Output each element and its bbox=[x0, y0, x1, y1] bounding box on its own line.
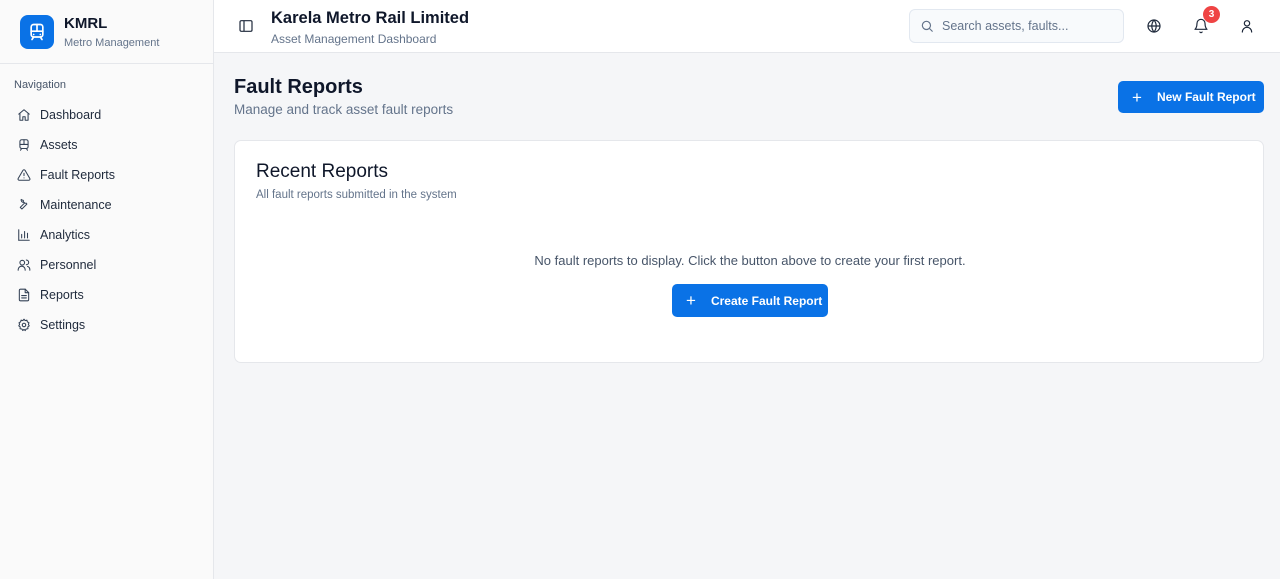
gear-icon bbox=[18, 318, 30, 332]
plus-icon: + bbox=[686, 291, 696, 310]
search-input[interactable] bbox=[942, 19, 1112, 33]
sidebar-item-dashboard[interactable]: Dashboard bbox=[0, 100, 213, 130]
sidebar-item-settings[interactable]: Settings bbox=[0, 310, 213, 340]
page-subtitle: Manage and track asset fault reports bbox=[234, 102, 454, 117]
file-text-icon bbox=[18, 288, 30, 302]
empty-state-message: No fault reports to display. Click the b… bbox=[534, 253, 966, 268]
page-title: Fault Reports bbox=[234, 76, 363, 98]
search-box bbox=[909, 9, 1124, 43]
notification-badge: 3 bbox=[1203, 6, 1220, 23]
sidebar-item-label: Dashboard bbox=[40, 108, 102, 122]
users-icon bbox=[17, 259, 31, 271]
home-icon bbox=[18, 109, 30, 121]
brand-subtitle: Metro Management bbox=[64, 36, 160, 49]
alert-triangle-icon bbox=[17, 169, 31, 181]
user-icon[interactable] bbox=[1239, 18, 1255, 34]
sidebar-toggle-icon[interactable] bbox=[238, 18, 254, 34]
brand: KMRL Metro Management bbox=[0, 0, 213, 64]
sidebar-item-maintenance[interactable]: Maintenance bbox=[0, 190, 213, 220]
sidebar-item-label: Analytics bbox=[40, 228, 91, 242]
recent-reports-card: Recent Reports All fault reports submitt… bbox=[234, 140, 1264, 363]
train-icon bbox=[19, 139, 29, 151]
header-title: Karela Metro Rail Limited bbox=[271, 9, 470, 27]
sidebar: KMRL Metro Management Navigation Dashboa… bbox=[0, 0, 214, 579]
search-icon bbox=[921, 20, 933, 32]
brand-name: KMRL bbox=[64, 14, 108, 32]
wrench-icon bbox=[19, 198, 28, 210]
card-title: Recent Reports bbox=[256, 161, 389, 182]
sidebar-item-label: Maintenance bbox=[40, 198, 112, 212]
sidebar-item-label: Assets bbox=[40, 138, 78, 152]
nav-list: Dashboard Assets Fault Reports Maintenan… bbox=[0, 100, 213, 340]
globe-icon[interactable] bbox=[1146, 18, 1162, 34]
create-fault-report-button[interactable]: + Create Fault Report bbox=[672, 284, 828, 317]
bar-chart-icon bbox=[18, 229, 30, 241]
plus-icon: + bbox=[1132, 87, 1142, 107]
sidebar-item-fault-reports[interactable]: Fault Reports bbox=[0, 160, 213, 190]
sidebar-item-personnel[interactable]: Personnel bbox=[0, 250, 213, 280]
nav-section-title: Navigation bbox=[14, 79, 66, 91]
top-header: Karela Metro Rail Limited Asset Manageme… bbox=[214, 0, 1280, 53]
header-subtitle: Asset Management Dashboard bbox=[271, 32, 437, 46]
sidebar-item-analytics[interactable]: Analytics bbox=[0, 220, 213, 250]
sidebar-item-label: Reports bbox=[40, 288, 84, 302]
sidebar-item-reports[interactable]: Reports bbox=[0, 280, 213, 310]
sidebar-item-label: Personnel bbox=[40, 258, 97, 272]
create-fault-report-label: Create Fault Report bbox=[710, 293, 823, 308]
sidebar-item-assets[interactable]: Assets bbox=[0, 130, 213, 160]
new-fault-report-label: New Fault Report bbox=[1156, 90, 1256, 104]
card-subtitle: All fault reports submitted in the syste… bbox=[256, 189, 457, 201]
train-logo-icon bbox=[20, 14, 54, 49]
sidebar-item-label: Settings bbox=[40, 318, 86, 332]
new-fault-report-button[interactable]: + New Fault Report bbox=[1118, 81, 1264, 113]
sidebar-item-label: Fault Reports bbox=[40, 168, 116, 182]
